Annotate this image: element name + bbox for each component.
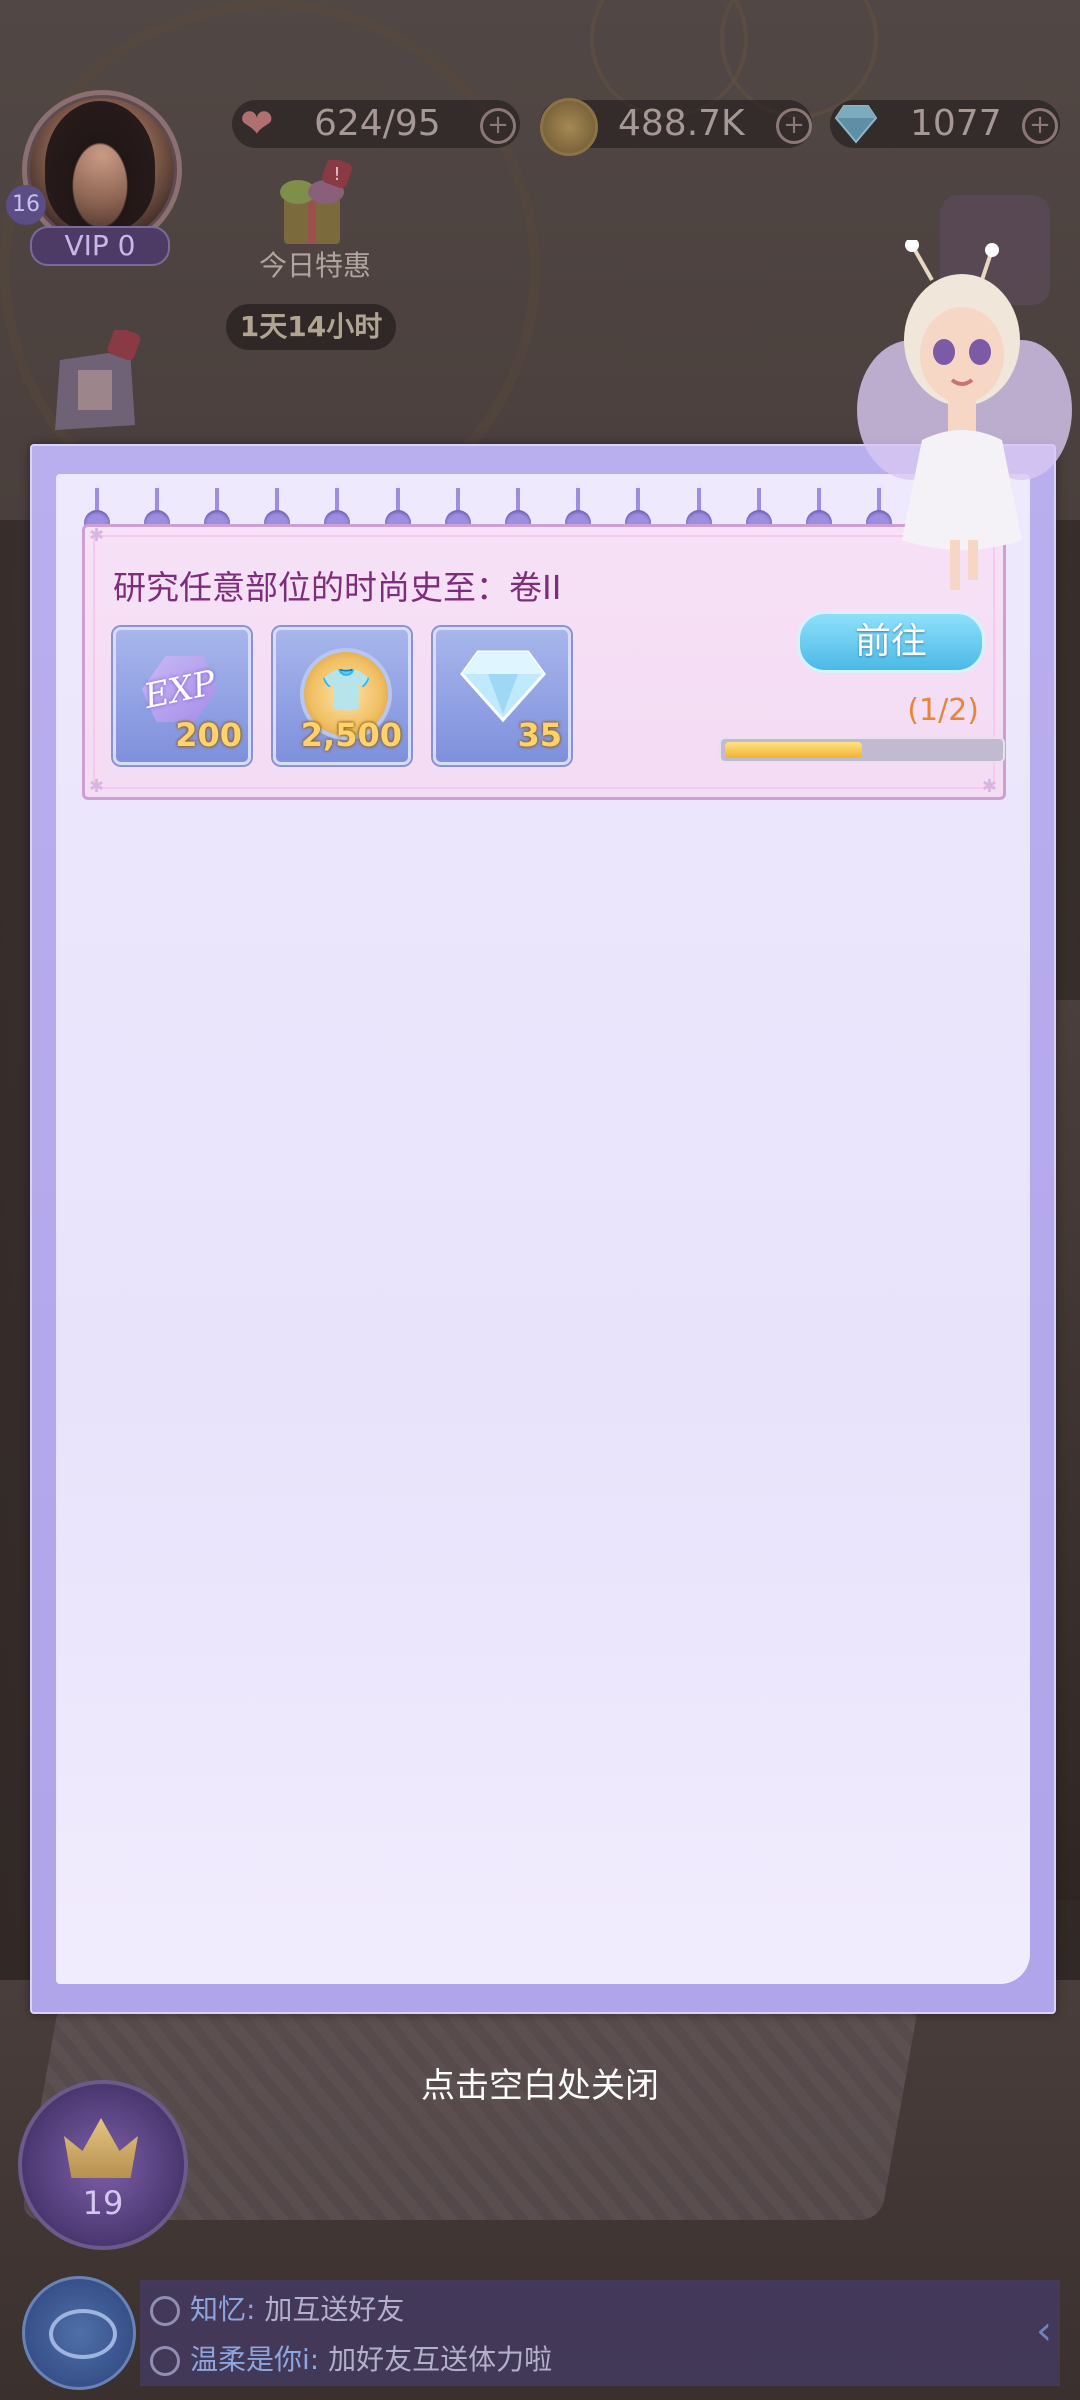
chat-message: 知忆: 加互送好友 <box>150 2288 404 2328</box>
chat-sender: 知忆: <box>190 2293 256 2326</box>
fairy-mascot <box>857 240 1072 590</box>
progress-text: (1/2) <box>907 693 979 728</box>
shop-icon[interactable] <box>40 330 150 440</box>
svg-text:!: ! <box>333 164 340 185</box>
reward-amount: 35 <box>517 716 562 754</box>
corner-star-icon: ✱ <box>89 525 105 546</box>
daily-deal-timer: 1天14小时 <box>226 304 396 350</box>
reward-exp[interactable]: EXP 200 <box>113 627 251 765</box>
heart-icon: ❤ <box>240 101 274 147</box>
reward-amount: 200 <box>175 716 242 754</box>
vip-badge[interactable]: VIP 0 <box>30 226 170 266</box>
chat-sender: 温柔是你i: <box>190 2343 320 2376</box>
chat-text: 加好友互送体力啦 <box>328 2343 553 2376</box>
daily-deal-label[interactable]: 今日特惠 <box>240 244 390 284</box>
exp-icon-label: EXP <box>140 662 220 718</box>
globe-icon <box>150 2346 180 2376</box>
diamond-icon <box>834 105 878 144</box>
reward-diamond[interactable]: 35 <box>433 627 571 765</box>
task-title: 研究任意部位的时尚史至：卷II <box>113 568 562 607</box>
level-button[interactable]: 19 <box>18 2080 188 2250</box>
chat-bubble-icon <box>49 2309 117 2359</box>
avatar-hair <box>45 101 155 231</box>
gift-icon[interactable]: ! <box>262 160 362 250</box>
add-coins-button[interactable]: + <box>776 108 812 144</box>
task-modal: ✱ ✱ ✱ 研究任意部位的时尚史至：卷II EXP 200 👕 2,500 35… <box>30 444 1056 2014</box>
chat-text: 加互送好友 <box>264 2293 405 2326</box>
progress-bar <box>719 737 1005 763</box>
diamond-icon <box>460 650 546 723</box>
diamond-value: 1077 <box>910 103 1002 144</box>
coin-icon <box>540 98 598 156</box>
chat-button[interactable] <box>22 2276 136 2390</box>
progress-fill <box>725 742 862 758</box>
player-level-badge: 16 <box>6 185 46 225</box>
reward-amount: 2,500 <box>300 716 402 754</box>
shirt-icon: 👕 <box>320 665 373 714</box>
chat-message: 温柔是你i: 加好友互送体力啦 <box>150 2338 552 2378</box>
level-number: 19 <box>82 2184 124 2222</box>
chat-expand-icon[interactable]: ‹ <box>1036 2308 1052 2354</box>
stamina-value: 624/95 <box>314 103 441 144</box>
close-hint[interactable]: 点击空白处关闭 <box>0 2058 1080 2107</box>
coin-value: 488.7K <box>618 103 745 144</box>
globe-icon <box>150 2296 180 2326</box>
add-stamina-button[interactable]: + <box>480 108 516 144</box>
reward-coin[interactable]: 👕 2,500 <box>273 627 411 765</box>
crown-icon <box>64 2118 138 2178</box>
corner-star-icon: ✱ <box>89 776 105 797</box>
add-diamonds-button[interactable]: + <box>1022 108 1058 144</box>
corner-star-icon: ✱ <box>981 776 997 797</box>
go-button[interactable]: 前往 <box>797 611 985 673</box>
